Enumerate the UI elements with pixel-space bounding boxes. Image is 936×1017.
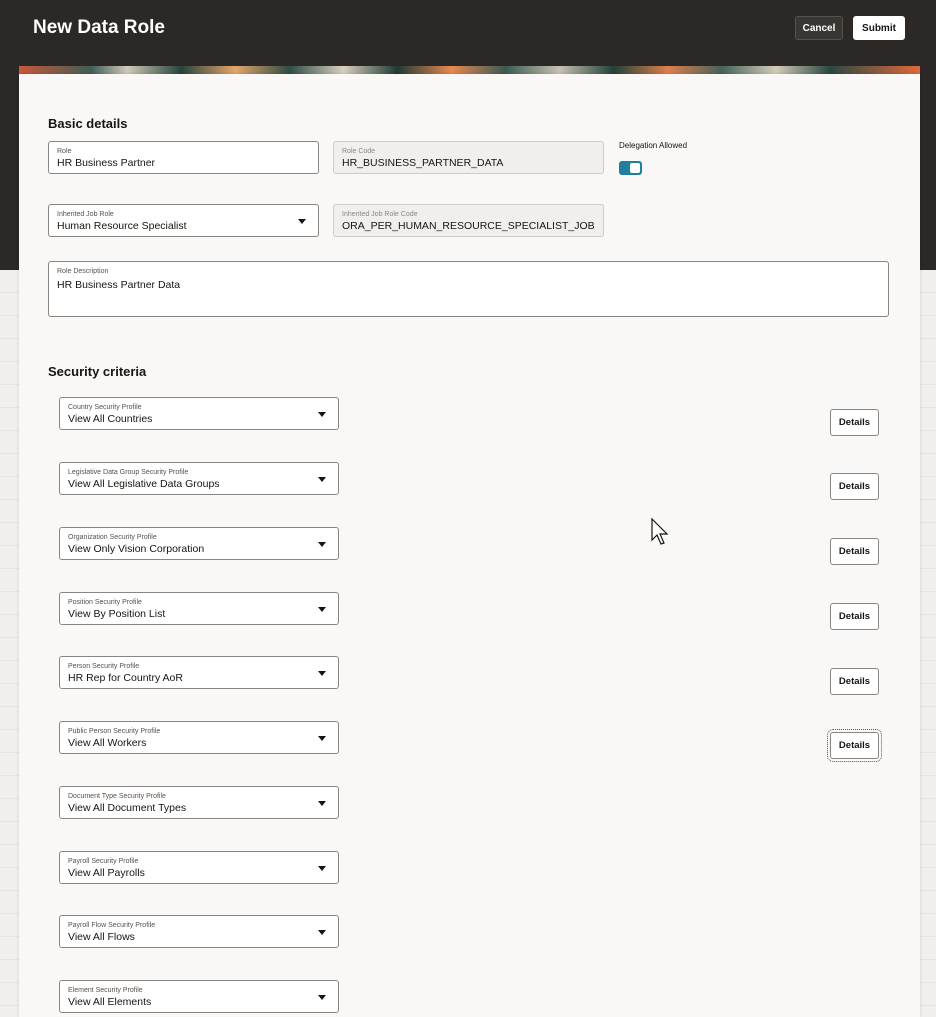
profile-label: Organization Security Profile [68, 534, 157, 541]
profile-label: Document Type Security Profile [68, 793, 166, 800]
payroll-security-profile-select[interactable]: Payroll Security Profile View All Payrol… [59, 851, 339, 884]
role-description-label: Role Description [57, 268, 109, 275]
organization-security-profile-select[interactable]: Organization Security Profile View Only … [59, 527, 339, 560]
delegation-allowed-toggle[interactable] [619, 161, 642, 175]
role-description-textarea[interactable]: Role Description HR Business Partner Dat… [48, 261, 889, 317]
position-details-button[interactable]: Details [830, 603, 879, 630]
chevron-down-icon[interactable] [318, 542, 326, 547]
delegation-allowed-label: Delegation Allowed [619, 141, 688, 150]
profile-label: Person Security Profile [68, 663, 140, 670]
profile-value: View All Elements [68, 996, 152, 1008]
chevron-down-icon[interactable] [318, 866, 326, 871]
profile-label: Payroll Flow Security Profile [68, 922, 156, 929]
role-field[interactable]: Role HR Business Partner [48, 141, 319, 174]
person-security-profile-select[interactable]: Person Security Profile HR Rep for Count… [59, 656, 339, 689]
organization-details-button[interactable]: Details [830, 538, 879, 565]
chevron-down-icon[interactable] [318, 412, 326, 417]
role-code-value: HR_BUSINESS_PARTNER_DATA [342, 157, 504, 169]
profile-value: View All Payrolls [68, 867, 145, 879]
profile-label: Payroll Security Profile [68, 858, 139, 865]
role-value: HR Business Partner [57, 157, 156, 169]
element-security-profile-select[interactable]: Element Security Profile View All Elemen… [59, 980, 339, 1013]
inherited-job-role-select[interactable]: Inherited Job Role Human Resource Specia… [48, 204, 319, 237]
profile-value: View All Legislative Data Groups [68, 478, 220, 490]
inherited-job-role-value: Human Resource Specialist [57, 220, 187, 232]
cancel-button[interactable]: Cancel [795, 16, 843, 40]
decorative-banner [19, 66, 920, 74]
chevron-down-icon[interactable] [318, 477, 326, 482]
chevron-down-icon[interactable] [318, 736, 326, 741]
role-description-value: HR Business Partner Data [57, 279, 181, 291]
payroll-flow-security-profile-select[interactable]: Payroll Flow Security Profile View All F… [59, 915, 339, 948]
profile-value: View All Countries [68, 413, 153, 425]
profile-label: Country Security Profile [68, 404, 142, 411]
chevron-down-icon[interactable] [298, 219, 306, 224]
role-label: Role [57, 148, 72, 155]
submit-button[interactable]: Submit [853, 16, 905, 40]
public-person-security-profile-select[interactable]: Public Person Security Profile View All … [59, 721, 339, 754]
inherited-job-role-label: Inherited Job Role [57, 211, 114, 218]
profile-label: Public Person Security Profile [68, 728, 161, 735]
country-details-button[interactable]: Details [830, 409, 879, 436]
chevron-down-icon[interactable] [318, 995, 326, 1000]
legislative-data-group-security-profile-select[interactable]: Legislative Data Group Security Profile … [59, 462, 339, 495]
profile-label: Position Security Profile [68, 599, 142, 606]
public-person-details-button[interactable]: Details [827, 729, 882, 762]
mouse-pointer-icon [651, 518, 669, 545]
inherited-job-role-code-label: Inherited Job Role Code [342, 211, 418, 218]
role-code-field: Role Code HR_BUSINESS_PARTNER_DATA [333, 141, 604, 174]
chevron-down-icon[interactable] [318, 930, 326, 935]
profile-label: Legislative Data Group Security Profile [68, 469, 189, 476]
chevron-down-icon[interactable] [318, 671, 326, 676]
document-type-security-profile-select[interactable]: Document Type Security Profile View All … [59, 786, 339, 819]
country-security-profile-select[interactable]: Country Security Profile View All Countr… [59, 397, 339, 430]
legislative-details-button[interactable]: Details [830, 473, 879, 500]
chevron-down-icon[interactable] [318, 607, 326, 612]
profile-value: View All Document Types [68, 802, 187, 814]
inherited-job-role-code-value: ORA_PER_HUMAN_RESOURCE_SPECIALIST_JOB [342, 220, 595, 232]
page-title: New Data Role [33, 17, 165, 38]
basic-details-heading: Basic details [48, 116, 128, 131]
profile-value: View All Flows [68, 931, 135, 943]
role-code-label: Role Code [342, 148, 376, 155]
inherited-job-role-code-field: Inherited Job Role Code ORA_PER_HUMAN_RE… [333, 204, 604, 237]
profile-value: View By Position List [68, 608, 166, 620]
security-criteria-heading: Security criteria [48, 364, 147, 379]
position-security-profile-select[interactable]: Position Security Profile View By Positi… [59, 592, 339, 625]
person-details-button[interactable]: Details [830, 668, 879, 695]
chevron-down-icon[interactable] [318, 801, 326, 806]
profile-value: View All Workers [68, 737, 147, 749]
profile-label: Element Security Profile [68, 987, 143, 994]
profile-value: View Only Vision Corporation [68, 543, 205, 555]
profile-value: HR Rep for Country AoR [68, 672, 183, 684]
toggle-knob [630, 163, 640, 173]
